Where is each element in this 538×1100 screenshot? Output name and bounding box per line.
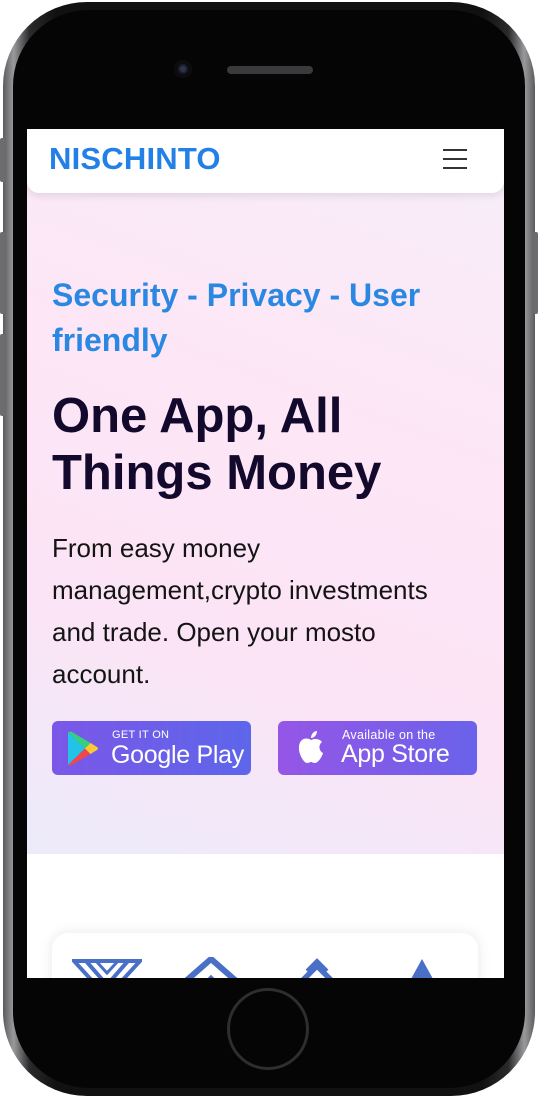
top-navbar: NISCHINTO: [27, 129, 504, 193]
phone-power-button: [533, 232, 538, 314]
google-play-big-label: Google Play: [111, 741, 244, 769]
phone-side-button: [0, 138, 5, 182]
google-play-small-label: GET IT ON: [112, 729, 170, 741]
speaker-grille: [227, 66, 313, 74]
phone-volume-up: [0, 232, 5, 314]
hamburger-menu-icon[interactable]: [441, 147, 469, 171]
hero-tagline: Security - Privacy - User friendly: [52, 277, 421, 358]
google-play-icon: [68, 731, 98, 766]
partner-logo-3-icon: [301, 958, 333, 978]
hero-section: Security - Privacy - User friendly One A…: [27, 129, 504, 854]
phone-screen: Security - Privacy - User friendly One A…: [27, 129, 504, 978]
home-button[interactable]: [227, 988, 309, 1070]
hero-headline: One App, All Things Money: [52, 389, 382, 500]
partner-logo-4-icon: [411, 959, 433, 978]
partner-logo-2-icon: [184, 957, 238, 978]
app-store-button[interactable]: Available on the App Store: [278, 721, 477, 775]
hero-description: From easy money management,crypto invest…: [52, 533, 428, 689]
brand-logo[interactable]: NISCHINTO: [49, 141, 221, 177]
google-play-button[interactable]: GET IT ON Google Play: [52, 721, 251, 775]
phone-volume-down: [0, 334, 5, 416]
apple-icon: [298, 731, 323, 763]
app-store-big-label: App Store: [341, 740, 450, 768]
partner-logo-1-icon: [72, 959, 142, 978]
camera-icon: [174, 60, 192, 78]
partners-card: [52, 933, 478, 978]
